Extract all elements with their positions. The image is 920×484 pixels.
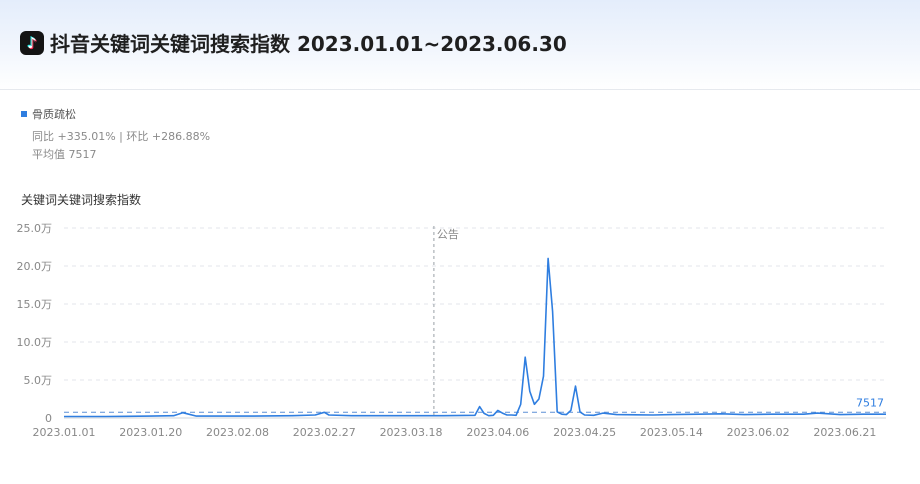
series-legend-label: 骨质疏松 (32, 108, 76, 121)
x-tick-label: 2023.01.01 (33, 426, 96, 439)
series-legend-item[interactable]: 骨质疏松 (21, 106, 76, 122)
mom-value: +286.88% (151, 130, 211, 143)
x-tick-label: 2023.06.02 (727, 426, 790, 439)
average-value: 7517 (68, 148, 97, 161)
search-index-line-chart[interactable]: 0 5.0万 10.0万 15.0万 20.0万 25.0万 2023.01.01 2023.… (0, 210, 920, 484)
average-label: 平均值 (32, 148, 65, 161)
x-tick-label: 2023.05.14 (640, 426, 703, 439)
series-line (64, 257, 886, 418)
mom-label: 环比 (126, 130, 149, 143)
y-tick-label: 10.0万 (17, 336, 53, 349)
y-tick-label: 20.0万 (17, 260, 53, 273)
page-title: 抖音关键词关键词搜索指数 2023.01.01~2023.06.30 (50, 32, 567, 56)
x-tick-label: 2023.06.21 (813, 426, 876, 439)
y-tick-label: 15.0万 (17, 298, 53, 311)
x-tick-label: 2023.02.27 (293, 426, 356, 439)
douyin-logo-icon: ♪ ♪ ♪ (20, 31, 44, 55)
annotation-label: 公告 (437, 228, 459, 241)
x-tick-label: 2023.04.06 (466, 426, 529, 439)
chart-title: 关键词关键词搜索指数 (21, 193, 142, 207)
x-tick-label: 2023.02.08 (206, 426, 269, 439)
series-legend-swatch (21, 111, 27, 117)
x-tick-label: 2023.01.20 (119, 426, 182, 439)
y-tick-label: 25.0万 (17, 222, 53, 235)
stats-separator: | (119, 130, 123, 143)
average-stats: 平均值 7517 (32, 146, 97, 162)
x-tick-label: 2023.03.18 (380, 426, 443, 439)
yoy-value: +335.01% (57, 130, 116, 143)
change-stats: 同比 +335.01% | 环比 +286.88% (32, 128, 210, 144)
average-label: 7517 (856, 396, 884, 409)
header-divider (0, 89, 920, 90)
yoy-label: 同比 (32, 130, 54, 143)
y-tick-label: 5.0万 (24, 374, 53, 387)
x-tick-label: 2023.04.25 (553, 426, 616, 439)
y-tick-label: 0 (45, 412, 52, 425)
